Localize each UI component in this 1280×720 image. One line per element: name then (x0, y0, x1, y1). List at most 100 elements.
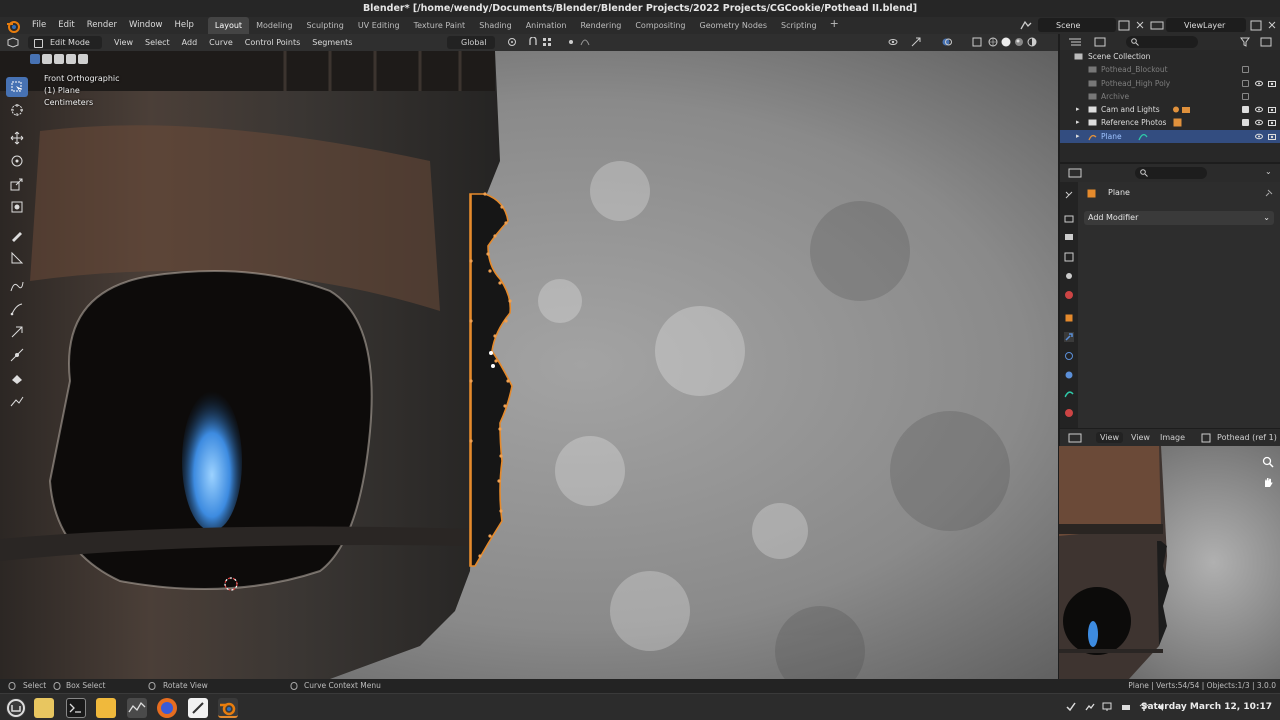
scene-icon[interactable] (1019, 20, 1033, 31)
menu-edit[interactable]: Edit (52, 17, 80, 34)
view-layer-tab-icon[interactable] (1064, 252, 1074, 262)
expand-arrow-icon[interactable]: ▸ (1076, 116, 1080, 129)
shield-check-icon[interactable] (1066, 702, 1076, 712)
menu-file[interactable]: File (26, 17, 52, 34)
tab-shading[interactable]: Shading (472, 17, 519, 34)
material-tab-icon[interactable] (1064, 408, 1074, 418)
tab-layout[interactable]: Layout (207, 17, 250, 34)
outliner-row[interactable]: Archive (1060, 90, 1280, 103)
xray-icon[interactable] (972, 37, 982, 47)
menu-help[interactable]: Help (168, 17, 199, 34)
tool-randomize[interactable] (6, 391, 28, 411)
expand-arrow-icon[interactable]: ▸ (1076, 130, 1080, 143)
new-scene-icon[interactable] (1118, 20, 1130, 31)
add-modifier-button[interactable]: Add Modifier ⌄ (1084, 211, 1274, 225)
blender-logo-icon[interactable] (6, 19, 20, 33)
select-intersect-icon[interactable] (78, 54, 88, 64)
falloff-icon[interactable] (580, 37, 590, 47)
new-view-layer-icon[interactable] (1250, 20, 1262, 31)
scene-tab-icon[interactable] (1064, 271, 1074, 281)
tab-modeling[interactable]: Modeling (249, 17, 299, 34)
wireframe-shading-icon[interactable] (988, 37, 998, 47)
tab-scripting[interactable]: Scripting (774, 17, 824, 34)
tool-annotate[interactable] (6, 225, 28, 245)
scene-selector[interactable]: Scene (1038, 18, 1116, 32)
proportional-edit-icon[interactable] (566, 37, 576, 47)
update-icon[interactable] (1085, 702, 1095, 712)
scene-collection-row[interactable]: Scene Collection (1060, 50, 1280, 63)
menu-select[interactable]: Select (139, 36, 176, 49)
tool-tilt[interactable] (6, 368, 28, 388)
outliner-row[interactable]: ▸ Reference Photos (1060, 116, 1280, 129)
terminal-icon[interactable] (66, 698, 86, 718)
folder-icon[interactable] (96, 698, 116, 718)
files-icon[interactable] (34, 698, 54, 718)
transform-orientation-select[interactable]: Global (447, 36, 495, 49)
eye-icon[interactable] (1255, 80, 1263, 87)
snap-target-icon[interactable] (542, 37, 552, 47)
select-new-icon[interactable] (30, 54, 40, 64)
display-mode-icon[interactable] (1094, 37, 1108, 47)
pan-hand-icon[interactable] (1262, 476, 1274, 488)
zoom-icon[interactable] (1262, 456, 1274, 468)
outliner-row[interactable]: Pothead_Blockout (1060, 63, 1280, 76)
view-layer-selector[interactable]: ViewLayer (1166, 18, 1246, 32)
add-workspace-button[interactable]: + (824, 17, 845, 34)
blender-icon[interactable] (218, 698, 238, 718)
output-tab-icon[interactable] (1064, 233, 1074, 243)
select-invert-icon[interactable] (66, 54, 76, 64)
outliner-search-input[interactable] (1126, 36, 1198, 48)
rendered-shading-icon[interactable] (1027, 37, 1037, 47)
monitor-icon[interactable] (127, 698, 147, 718)
properties-search-input[interactable] (1135, 167, 1207, 179)
firefox-icon[interactable] (157, 698, 177, 718)
image-editor[interactable] (1059, 446, 1280, 679)
menu-segments[interactable]: Segments (306, 36, 358, 49)
delete-scene-icon[interactable] (1135, 20, 1145, 30)
solid-shading-icon[interactable] (1001, 37, 1011, 47)
clock[interactable]: Saturday March 12, 10:17 (1141, 694, 1272, 720)
outliner-editor-icon[interactable] (1068, 37, 1082, 47)
snap-icon[interactable] (528, 37, 538, 47)
outliner-row[interactable]: ▸ Cam and Lights (1060, 103, 1280, 116)
new-collection-icon[interactable] (1260, 37, 1272, 47)
exclude-checkbox[interactable] (1242, 79, 1249, 87)
view-layer-icon[interactable] (1150, 20, 1164, 31)
menu-window[interactable]: Window (123, 17, 169, 34)
delete-view-layer-icon[interactable] (1267, 20, 1277, 30)
tool-extrude[interactable] (6, 322, 28, 342)
image-editor-type-icon[interactable] (1068, 433, 1082, 443)
particles-tab-icon[interactable] (1064, 351, 1074, 361)
eye-icon[interactable] (1255, 119, 1263, 126)
tab-rendering[interactable]: Rendering (573, 17, 628, 34)
render-camera-icon[interactable] (1268, 106, 1276, 114)
filter-icon[interactable] (1240, 37, 1250, 47)
select-subtract-icon[interactable] (54, 54, 64, 64)
render-tab-icon[interactable] (1064, 214, 1074, 224)
tab-sculpting[interactable]: Sculpting (299, 17, 350, 34)
gizmo-icon[interactable] (911, 37, 921, 47)
object-name-field[interactable]: Plane (1088, 188, 1130, 197)
tool-tab-icon[interactable] (1064, 190, 1074, 200)
physics-tab-icon[interactable] (1064, 370, 1074, 380)
menu-control-points[interactable]: Control Points (239, 36, 307, 49)
render-camera-icon[interactable] (1268, 133, 1276, 140)
data-tab-icon[interactable] (1064, 389, 1074, 399)
menu-curve[interactable]: Curve (203, 36, 239, 49)
menu-render[interactable]: Render (81, 17, 123, 34)
image-browse-icon[interactable] (1201, 433, 1211, 443)
tool-cursor[interactable] (6, 100, 28, 120)
exclude-checkbox[interactable] (1242, 119, 1249, 127)
tool-measure[interactable] (6, 248, 28, 268)
display-icon[interactable] (1121, 702, 1131, 712)
visibility-icon[interactable] (888, 37, 898, 47)
menu-add[interactable]: Add (176, 36, 204, 49)
tool-radius[interactable] (6, 345, 28, 365)
3d-viewport[interactable] (0, 51, 1058, 679)
tool-select-box[interactable] (6, 77, 28, 97)
tab-texture-paint[interactable]: Texture Paint (407, 17, 473, 34)
network-icon[interactable] (1102, 702, 1112, 712)
select-extend-icon[interactable] (42, 54, 52, 64)
tool-move[interactable] (6, 128, 28, 148)
eye-icon[interactable] (1255, 133, 1263, 140)
